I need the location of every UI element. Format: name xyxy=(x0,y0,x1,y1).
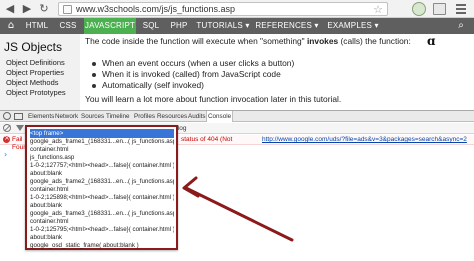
list-item: When it is invoked (called) from JavaScr… xyxy=(92,69,294,80)
extension-icon[interactable] xyxy=(433,3,446,15)
outro-paragraph: You will learn a lot more about function… xyxy=(85,94,342,104)
intro-text: The code inside the function will execut… xyxy=(85,36,307,46)
sidebar-item-object-prototypes[interactable]: Object Prototypes xyxy=(6,88,66,98)
tab-elements[interactable]: Elements xyxy=(27,111,55,122)
intro-text: (calls) the function: xyxy=(338,36,411,46)
inspect-icon[interactable] xyxy=(3,112,11,120)
intro-bold-text: invokes xyxy=(306,36,339,46)
bullet-list: When an event occurs (when a user clicks… xyxy=(92,58,294,91)
console-prompt-icon[interactable]: › xyxy=(4,150,7,159)
sidebar-title: JS Objects xyxy=(4,40,63,54)
back-icon[interactable]: ◀ xyxy=(3,2,17,16)
bookmark-star-icon[interactable]: ☆ xyxy=(373,3,383,16)
tab-timeline[interactable]: Timeline xyxy=(105,111,131,122)
page-icon xyxy=(63,5,72,14)
address-bar[interactable]: www.w3schools.com/js/js_functions.asp ☆ xyxy=(58,2,388,16)
site-navbar: ⌂ HTML CSS JAVASCRIPT SQL PHP TUTORIALS … xyxy=(0,18,474,34)
url-text[interactable]: www.w3schools.com/js/js_functions.asp xyxy=(76,3,235,16)
browser-toolbar: ◀ ▶ ↻ www.w3schools.com/js/js_functions.… xyxy=(0,0,474,18)
nav-item-examples[interactable]: EXAMPLES ▾ xyxy=(324,18,382,34)
home-icon[interactable]: ⌂ xyxy=(4,20,18,32)
tab-console[interactable]: Console xyxy=(206,111,234,122)
list-item: When an event occurs (when a user clicks… xyxy=(92,58,294,69)
nav-item-html[interactable]: HTML xyxy=(22,18,52,34)
tab-profiles[interactable]: Profiles xyxy=(133,111,156,122)
main-content: The code inside the function will execut… xyxy=(80,34,474,110)
device-mode-icon[interactable] xyxy=(14,113,23,120)
clear-console-icon[interactable] xyxy=(3,124,11,132)
forward-icon[interactable]: ▶ xyxy=(20,2,34,16)
search-icon[interactable]: ⌕ xyxy=(454,20,468,32)
error-icon xyxy=(3,134,10,143)
nav-item-css[interactable]: CSS xyxy=(54,18,82,34)
nav-item-javascript[interactable]: JAVASCRIPT xyxy=(84,18,136,34)
nav-item-references[interactable]: REFERENCES ▾ xyxy=(254,18,320,34)
sidebar-item-object-methods[interactable]: Object Methods xyxy=(6,78,59,88)
extension-icon[interactable] xyxy=(412,2,426,16)
nav-item-php[interactable]: PHP xyxy=(166,18,192,34)
intro-paragraph: The code inside the function will execut… xyxy=(85,36,415,46)
tab-network[interactable]: Network xyxy=(54,111,79,122)
sidebar-item-object-definitions[interactable]: Object Definitions xyxy=(6,58,65,68)
devtools-tabbar: Elements Network Sources Timeline Profil… xyxy=(0,111,474,122)
frame-selector-dropdown[interactable]: <top frame> google_ads_frame1_(168331...… xyxy=(25,125,178,250)
tab-audits[interactable]: Audits xyxy=(187,111,207,122)
nav-item-tutorials[interactable]: TUTORIALS ▾ xyxy=(196,18,250,34)
menu-icon[interactable] xyxy=(455,3,467,15)
list-item: Automatically (self invoked) xyxy=(92,80,294,91)
tab-sources[interactable]: Sources xyxy=(80,111,105,122)
logo: ɑ xyxy=(427,34,436,48)
sidebar-item-object-properties[interactable]: Object Properties xyxy=(6,68,64,78)
tab-resources[interactable]: Resources xyxy=(156,111,188,122)
nav-item-sql[interactable]: SQL xyxy=(138,18,164,34)
sidebar: JS Objects Object Definitions Object Pro… xyxy=(0,34,80,110)
frame-option[interactable]: google_osd_static_frame( about:blank ) xyxy=(30,241,174,250)
filter-icon[interactable] xyxy=(16,125,24,131)
reload-icon[interactable]: ↻ xyxy=(37,2,51,16)
